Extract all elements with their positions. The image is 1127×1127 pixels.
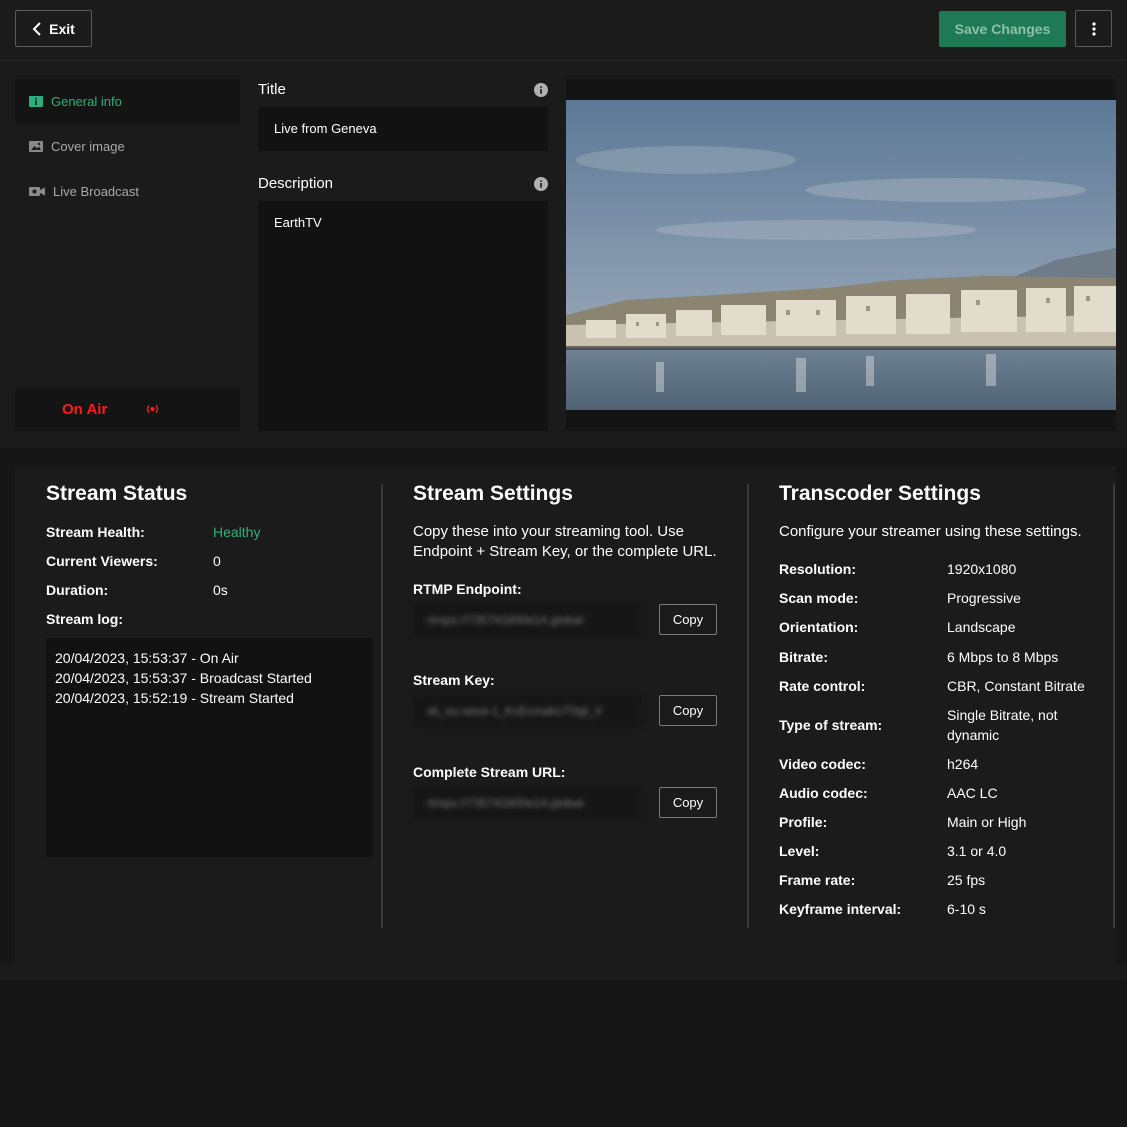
stream-key-label: Stream Key: — [413, 672, 495, 688]
save-changes-button[interactable]: Save Changes — [939, 11, 1066, 47]
transcoder-key: Level: — [779, 843, 820, 859]
sidebar-item-label: Live Broadcast — [53, 184, 139, 199]
title-input[interactable]: Live from Geneva — [258, 107, 548, 151]
transcoder-value: 6-10 s — [947, 901, 986, 917]
stream-log[interactable]: 20/04/2023, 15:53:37 - On Air 20/04/2023… — [46, 638, 373, 857]
transcoder-key: Audio codec: — [779, 785, 868, 801]
transcoder-key: Rate control: — [779, 678, 866, 694]
broadcast-icon — [146, 405, 159, 413]
description-textarea[interactable]: EarthTV — [258, 201, 548, 431]
log-entry: 20/04/2023, 15:53:37 - On Air — [55, 650, 239, 666]
video-preview[interactable] — [566, 79, 1116, 431]
transcoder-description: Configure your streamer using these sett… — [779, 523, 1082, 540]
rtmp-endpoint-field[interactable]: rtmps://735741600e14.global- — [413, 604, 641, 636]
transcoder-key: Scan mode: — [779, 590, 859, 606]
transcoder-key: Video codec: — [779, 756, 866, 772]
transcoder-value: Single Bitrate, not dynamic — [947, 707, 1058, 743]
transcoder-key: Keyframe interval: — [779, 901, 902, 917]
more-vertical-icon — [1091, 21, 1096, 36]
on-air-indicator: On Air — [15, 387, 240, 431]
transcoder-value: Main or High — [947, 814, 1027, 830]
transcoder-value: AAC LC — [947, 785, 998, 801]
sidebar-item-label: Cover image — [51, 139, 125, 154]
copy-rtmp-button[interactable]: Copy — [659, 604, 717, 635]
copy-stream-key-button[interactable]: Copy — [659, 695, 717, 726]
transcoder-value: Landscape — [947, 619, 1016, 635]
stream-key-field[interactable]: sk_eu-west-1_KcEcmakUT0gl_V — [413, 695, 641, 727]
divider — [747, 484, 749, 928]
transcoder-key: Orientation: — [779, 619, 859, 635]
title-label: Title — [258, 81, 286, 98]
sidebar: General info Cover image Live Broadcast … — [15, 79, 240, 431]
stream-log-label: Stream log: — [46, 611, 124, 627]
sidebar-item-cover-image[interactable]: Cover image — [15, 124, 240, 169]
stream-details-panel: Stream Status Stream Health: Healthy Cur… — [15, 466, 1116, 964]
stream-settings-title: Stream Settings — [413, 482, 573, 505]
transcoder-key: Resolution: — [779, 561, 856, 577]
stream-health-value: Healthy — [213, 524, 261, 540]
duration-label: Duration: — [46, 582, 109, 598]
duration-value: 0s — [213, 582, 228, 598]
log-entry: 20/04/2023, 15:52:19 - Stream Started — [55, 690, 294, 706]
transcoder-value: 3.1 or 4.0 — [947, 843, 1007, 859]
on-air-label: On Air — [62, 400, 108, 418]
transcoder-value: Progressive — [947, 590, 1021, 606]
general-info-section: General info Cover image Live Broadcast … — [0, 62, 1127, 448]
more-options-button[interactable] — [1075, 10, 1112, 47]
current-viewers-value: 0 — [213, 553, 221, 569]
rtmp-endpoint-label: RTMP Endpoint: — [413, 581, 522, 597]
exit-button[interactable]: Exit — [15, 10, 92, 47]
description-label: Description — [258, 175, 334, 192]
current-viewers-label: Current Viewers: — [46, 553, 158, 569]
exit-label: Exit — [49, 20, 75, 37]
chevron-left-icon — [32, 21, 41, 36]
divider — [1113, 484, 1115, 928]
divider — [381, 484, 383, 928]
transcoder-value: h264 — [947, 756, 979, 772]
transcoder-key: Type of stream: — [779, 717, 883, 733]
transcoder-value: 1920x1080 — [947, 561, 1017, 577]
stream-settings-description: Copy these into your streaming tool. Use… — [413, 523, 717, 560]
copy-url-button[interactable]: Copy — [659, 787, 717, 818]
log-entry: 20/04/2023, 15:53:37 - Broadcast Started — [55, 670, 312, 686]
lower-panel-footer — [0, 964, 1127, 981]
complete-url-label: Complete Stream URL: — [413, 764, 566, 780]
transcoder-key: Profile: — [779, 814, 828, 830]
image-icon — [29, 141, 43, 152]
transcoder-value: 6 Mbps to 8 Mbps — [947, 649, 1059, 665]
sidebar-item-live-broadcast[interactable]: Live Broadcast — [15, 169, 240, 214]
sidebar-item-label: General info — [51, 94, 122, 109]
info-square-icon — [29, 96, 43, 107]
video-camera-icon — [29, 187, 45, 196]
sidebar-item-general-info[interactable]: General info — [15, 79, 240, 124]
transcoder-value: 25 fps — [947, 872, 986, 888]
complete-url-field[interactable]: rtmps://735741600e14.global- — [413, 787, 641, 819]
info-icon[interactable] — [534, 177, 548, 191]
transcoder-value: CBR, Constant Bitrate — [947, 678, 1085, 694]
stream-health-label: Stream Health: — [46, 524, 145, 540]
transcoder-settings-title: Transcoder Settings — [779, 482, 981, 505]
top-bar: Exit Save Changes — [0, 0, 1127, 61]
stream-status-title: Stream Status — [46, 482, 188, 505]
transcoder-key: Frame rate: — [779, 872, 856, 888]
info-icon[interactable] — [534, 83, 548, 97]
video-thumbnail — [566, 100, 1116, 410]
transcoder-key: Bitrate: — [779, 649, 829, 665]
